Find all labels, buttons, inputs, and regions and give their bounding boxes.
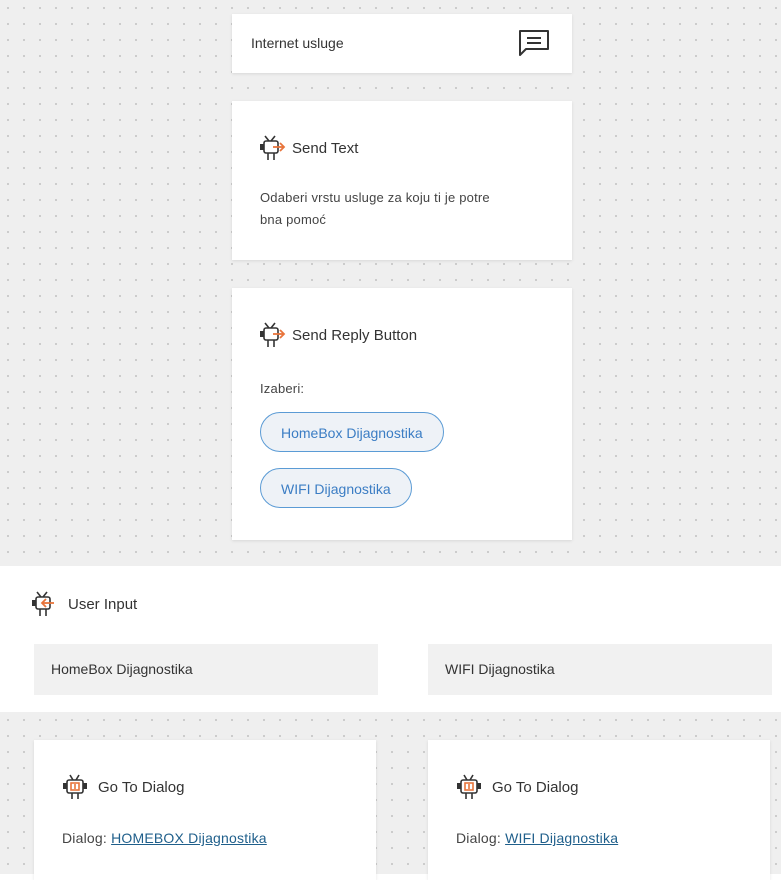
robot-goto-icon bbox=[61, 773, 89, 801]
chat-icon[interactable] bbox=[517, 28, 551, 58]
dialog-prefix: Dialog: bbox=[456, 830, 501, 846]
send-text-card[interactable]: Send Text Odaberi vrstu usluge za koju t… bbox=[232, 101, 572, 260]
reply-button-wifi[interactable]: WIFI Dijagnostika bbox=[260, 468, 412, 508]
send-text-title: Send Text bbox=[292, 139, 359, 157]
user-input-option-homebox[interactable]: HomeBox Dijagnostika bbox=[34, 644, 378, 695]
goto-dialog-card-left[interactable]: Go To Dialog Dialog: HOMEBOX Dijagnostik… bbox=[34, 740, 376, 880]
robot-goto-icon bbox=[455, 773, 483, 801]
goto-dialog-title: Go To Dialog bbox=[98, 778, 185, 796]
send-reply-card[interactable]: Send Reply Button Izaberi: HomeBox Dijag… bbox=[232, 288, 572, 540]
send-text-message: Odaberi vrstu usluge za koju ti je potre… bbox=[260, 190, 490, 227]
dialog-prefix: Dialog: bbox=[62, 830, 107, 846]
intent-title: Internet usluge bbox=[251, 35, 344, 51]
dialog-link[interactable]: WIFI Dijagnostika bbox=[505, 830, 618, 846]
user-input-option-wifi[interactable]: WIFI Dijagnostika bbox=[428, 644, 772, 695]
robot-send-icon bbox=[258, 134, 286, 162]
reply-button-homebox[interactable]: HomeBox Dijagnostika bbox=[260, 412, 444, 452]
robot-send-icon bbox=[258, 321, 286, 349]
goto-dialog-card-right[interactable]: Go To Dialog Dialog: WIFI Dijagnostika bbox=[428, 740, 770, 880]
robot-receive-icon bbox=[30, 590, 58, 618]
user-input-title: User Input bbox=[68, 595, 138, 613]
dialog-link[interactable]: HOMEBOX Dijagnostika bbox=[111, 830, 267, 846]
send-reply-title: Send Reply Button bbox=[292, 326, 418, 344]
user-input-header: User Input bbox=[30, 590, 137, 618]
send-reply-prompt: Izaberi: bbox=[260, 381, 305, 396]
goto-dialog-target: Dialog: WIFI Dijagnostika bbox=[456, 827, 618, 849]
intent-card[interactable]: Internet usluge bbox=[232, 14, 572, 73]
goto-dialog-title: Go To Dialog bbox=[492, 778, 579, 796]
goto-dialog-target: Dialog: HOMEBOX Dijagnostika bbox=[62, 827, 267, 849]
